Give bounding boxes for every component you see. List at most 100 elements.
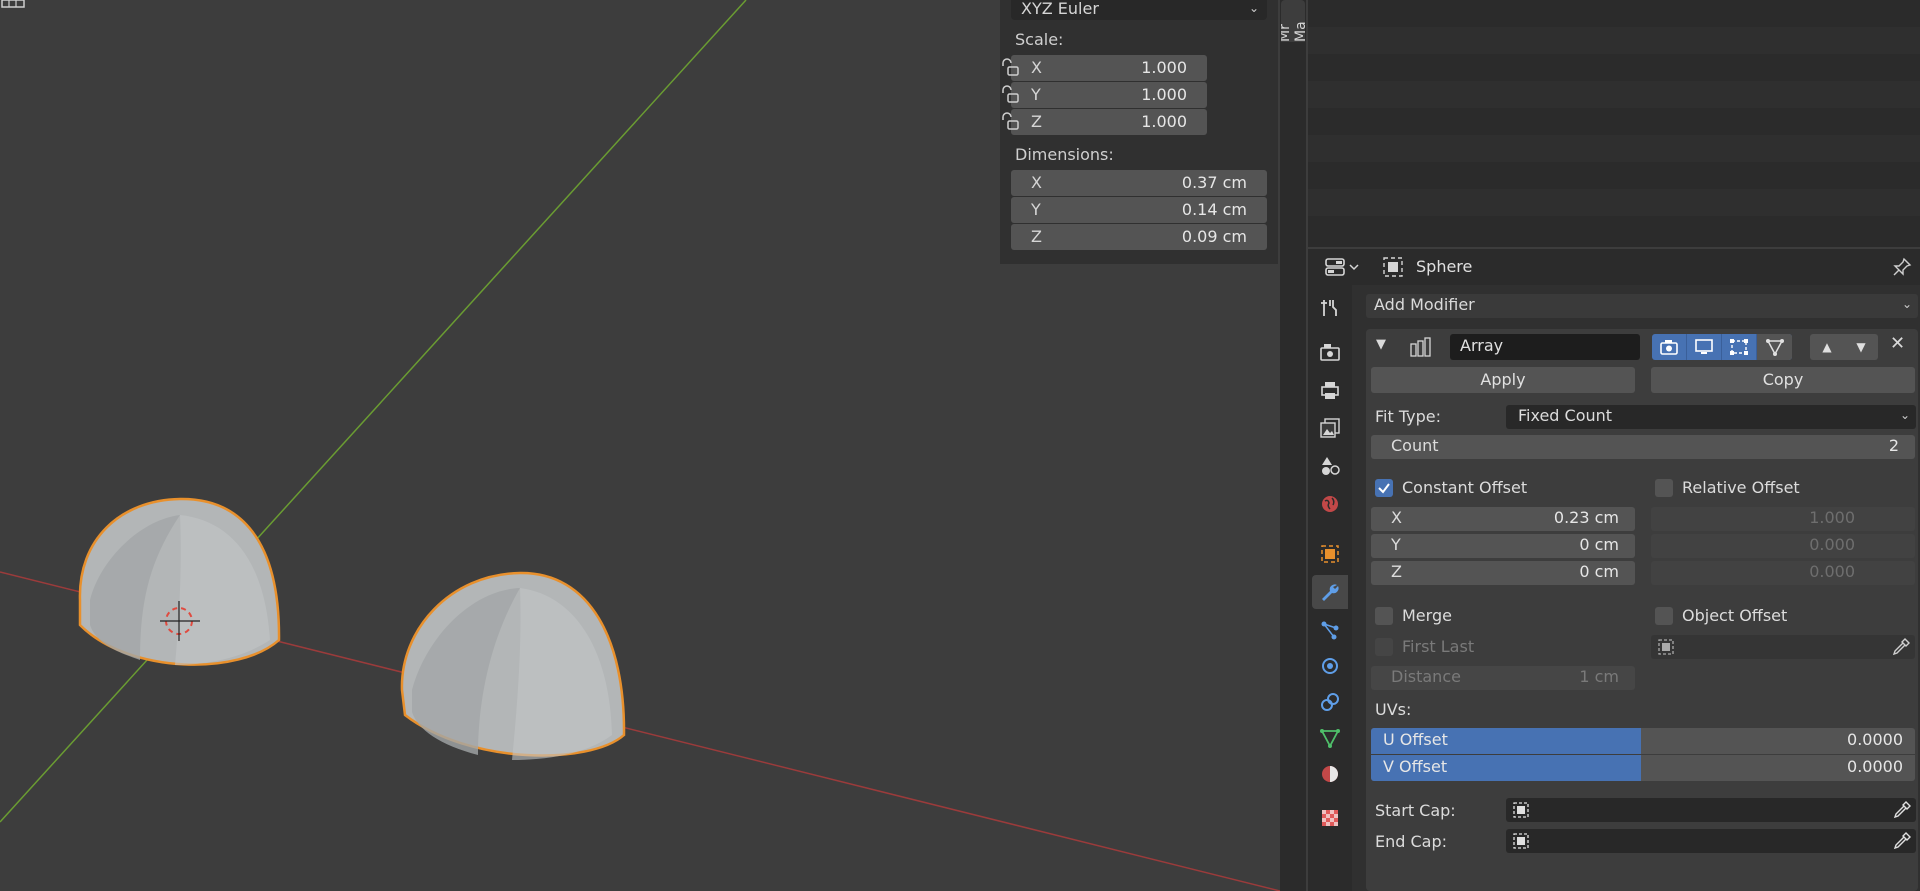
wrench-icon	[1322, 584, 1339, 601]
move-down-button[interactable]: ▼	[1844, 334, 1878, 360]
tab-material[interactable]	[1312, 757, 1348, 791]
axis-label: Y	[1391, 535, 1401, 554]
v-offset-value: 0.0000	[1847, 757, 1903, 776]
axis-label: Y	[1031, 85, 1041, 104]
rotation-mode-select[interactable]: XYZ Euler ⌄	[1011, 0, 1267, 20]
dimension-x-field[interactable]: X 0.37 cm	[1011, 170, 1267, 196]
particles-icon	[1321, 621, 1339, 640]
distance-value: 1 cm	[1579, 667, 1619, 686]
object-name: Sphere	[1416, 257, 1473, 276]
sphere-object-left	[78, 497, 281, 666]
tool-icon	[1321, 300, 1337, 316]
scene-icon	[1322, 457, 1340, 475]
collapse-arrow-icon[interactable]: ▼	[1376, 337, 1386, 352]
offset-object-field[interactable]	[1651, 635, 1915, 659]
properties-tabs	[1308, 285, 1352, 891]
add-modifier-dropdown[interactable]: Add Modifier ⌄	[1366, 294, 1918, 318]
modifier-properties: Add Modifier ⌄ ▼ Array ▲ ▼ ✕ Apply Copy …	[1352, 285, 1920, 891]
dimension-y-field[interactable]: Y 0.14 cm	[1011, 197, 1267, 223]
outliner-row	[1308, 0, 1920, 27]
outliner-row	[1308, 108, 1920, 135]
grid-icon[interactable]	[0, 0, 26, 8]
eyedropper-icon[interactable]	[1892, 831, 1912, 851]
outliner-row	[1308, 216, 1920, 243]
modifier-visibility-toggles	[1652, 334, 1792, 360]
first-last-checkbox[interactable]	[1375, 638, 1393, 656]
chevron-down-icon: ⌄	[1899, 408, 1910, 422]
constant-offset-y-field[interactable]: Y 0 cm	[1371, 534, 1635, 558]
tab-physics[interactable]	[1312, 649, 1348, 683]
scale-x-field[interactable]: X 1.000	[1011, 55, 1207, 81]
sidebar-tab[interactable]: Mr Ma	[1281, 0, 1305, 42]
tab-texture[interactable]	[1312, 801, 1348, 835]
viewport-toggle[interactable]	[1687, 334, 1722, 360]
tab-modifiers[interactable]	[1312, 575, 1348, 609]
outliner-row	[1308, 162, 1920, 189]
3d-viewport[interactable]: XYZ Euler ⌄ Scale: X 1.000 Y 1.000 Z 1.0…	[0, 0, 1280, 891]
outliner[interactable]	[1308, 0, 1920, 247]
properties-editor: Sphere Add Modifier ⌄ ▼ Array ▲ ▼ ✕ Appl…	[1308, 249, 1920, 891]
axis-label: Y	[1031, 200, 1041, 219]
scale-title: Scale:	[1015, 30, 1064, 49]
tab-world[interactable]	[1312, 487, 1348, 521]
unlock-icon[interactable]	[1000, 112, 1020, 130]
relative-offset-checkbox[interactable]	[1655, 479, 1673, 497]
start-cap-field[interactable]	[1506, 798, 1916, 822]
copy-button[interactable]: Copy	[1651, 367, 1915, 393]
constant-offset-z-field[interactable]: Z 0 cm	[1371, 561, 1635, 585]
camera-icon	[1660, 340, 1678, 355]
merge-checkbox[interactable]	[1375, 607, 1393, 625]
outliner-row	[1308, 81, 1920, 108]
dimension-z-field[interactable]: Z 0.09 cm	[1011, 224, 1267, 250]
chevron-down-icon: ⌄	[1901, 297, 1912, 311]
tab-scene[interactable]	[1312, 449, 1348, 483]
count-field[interactable]: Count 2	[1371, 435, 1915, 459]
first-last-label: First Last	[1402, 637, 1475, 656]
u-offset-slider[interactable]: U Offset 0.0000	[1371, 728, 1915, 754]
scale-y-field[interactable]: Y 1.000	[1011, 82, 1207, 108]
eyedropper-icon[interactable]	[1892, 800, 1912, 820]
eyedropper-icon[interactable]	[1891, 637, 1911, 657]
distance-field[interactable]: Distance 1 cm	[1371, 666, 1635, 690]
relative-offset-x-field[interactable]: 1.000	[1651, 507, 1915, 531]
count-label: Count	[1391, 436, 1439, 455]
tab-render[interactable]	[1312, 335, 1348, 369]
pin-icon[interactable]	[1892, 257, 1912, 277]
tab-output[interactable]	[1312, 373, 1348, 407]
editmode-toggle[interactable]	[1722, 334, 1757, 360]
chevron-down-icon: ⌄	[1248, 1, 1259, 15]
tab-particles[interactable]	[1312, 613, 1348, 647]
end-cap-field[interactable]	[1506, 829, 1916, 853]
cage-toggle[interactable]	[1757, 334, 1792, 360]
scale-z-field[interactable]: Z 1.000	[1011, 109, 1207, 135]
field-value: 1.000	[1141, 85, 1187, 104]
array-modifier-icon	[1410, 337, 1431, 357]
tab-data[interactable]	[1312, 721, 1348, 755]
relative-offset-y-field[interactable]: 0.000	[1651, 534, 1915, 558]
uvs-title: UVs:	[1375, 700, 1412, 719]
object-offset-checkbox[interactable]	[1655, 607, 1673, 625]
field-value: 0.23 cm	[1553, 508, 1619, 527]
v-offset-slider[interactable]: V Offset 0.0000	[1371, 755, 1915, 781]
move-up-button[interactable]: ▲	[1810, 334, 1844, 360]
modifier-name-field[interactable]: Array	[1450, 334, 1640, 360]
close-icon[interactable]: ✕	[1890, 333, 1905, 354]
constant-offset-checkbox[interactable]	[1375, 479, 1393, 497]
editor-type-icon[interactable]	[1324, 257, 1362, 277]
tab-object[interactable]	[1312, 537, 1348, 571]
unlock-icon[interactable]	[1000, 58, 1020, 76]
tab-tool[interactable]	[1312, 291, 1348, 325]
fit-type-label: Fit Type:	[1375, 407, 1441, 426]
unlock-icon[interactable]	[1000, 85, 1020, 103]
render-toggle[interactable]	[1652, 334, 1687, 360]
constant-offset-x-field[interactable]: X 0.23 cm	[1371, 507, 1635, 531]
tab-view-layer[interactable]	[1312, 411, 1348, 445]
outliner-row	[1308, 27, 1920, 54]
object-offset-label: Object Offset	[1682, 606, 1788, 625]
tab-constraints[interactable]	[1312, 685, 1348, 719]
texture-checker-icon	[1322, 810, 1338, 826]
relative-offset-z-field[interactable]: 0.000	[1651, 561, 1915, 585]
apply-button[interactable]: Apply	[1371, 367, 1635, 393]
object-icon	[1658, 639, 1674, 655]
fit-type-dropdown[interactable]: Fixed Count ⌄	[1506, 405, 1916, 429]
